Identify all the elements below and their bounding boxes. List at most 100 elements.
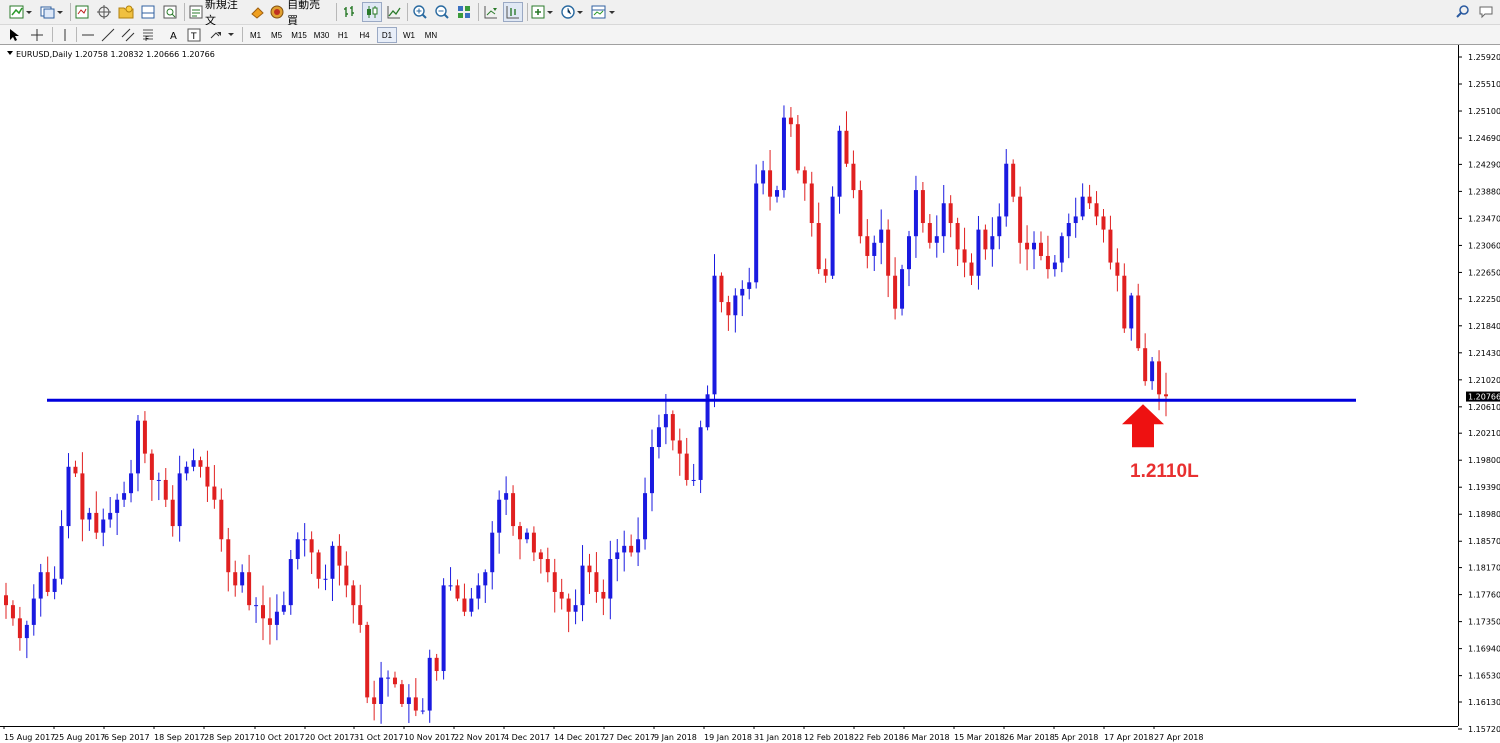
chat-button[interactable] [1478,5,1494,24]
candle-body [927,223,932,243]
candle-body [386,677,391,679]
market-watch-button[interactable] [72,2,92,22]
candle-body [712,275,717,395]
fibonacci-tool[interactable]: F [140,26,156,44]
candle-body [1059,236,1064,263]
terminal-button[interactable] [138,2,158,22]
candle-body [1045,255,1050,270]
candle-body [538,552,543,560]
candlestick-chart-button[interactable] [362,2,382,22]
date-tick-label: 27 Apr 2018 [1154,733,1203,742]
arrows-tool[interactable] [208,26,236,44]
candle-body [1080,196,1085,217]
candle-body [149,453,154,480]
text-label-tool[interactable]: T [186,26,202,44]
svg-text:F: F [145,35,149,42]
candle-body [545,559,550,573]
candle-body [566,598,571,612]
candle-body [4,595,8,606]
price-tick-label: 1.19800 [1468,456,1500,465]
timeframe-w1[interactable]: W1 [400,27,418,43]
navigator-button[interactable] [116,2,136,22]
chart-area[interactable]: 1.25920 1.25510 1.25100 1.24690 1.24290 1.238… [0,45,1500,743]
candle-body [990,236,995,250]
candle-body [261,605,266,619]
new-order-icon [189,5,203,19]
timeframe-m30[interactable]: M30 [311,27,332,43]
vertical-line-tool[interactable] [58,26,72,44]
chart-shift-button[interactable] [503,2,523,22]
price-tick-label: 1.16940 [1468,645,1500,654]
zoom-in-button[interactable] [410,2,430,22]
current-price-label: 1.20766 [1468,393,1500,402]
candle-body [886,229,891,276]
timeframe-d1[interactable]: D1 [377,27,397,43]
timeframe-m5[interactable]: M5 [267,27,286,43]
new-order-label: 新規注文 [204,0,238,27]
trendline-tool[interactable] [100,26,116,44]
strategy-tester-button[interactable] [160,2,180,22]
new-order-button[interactable]: 新規注文 [188,0,246,27]
data-window-button[interactable] [94,2,114,22]
timeframe-h4[interactable]: H4 [355,27,374,43]
vertical-line-icon [64,29,66,41]
line-chart-button[interactable] [384,2,404,22]
auto-trading-icon [251,5,284,19]
text-tool[interactable]: A [166,26,182,44]
profiles-button[interactable] [38,2,66,22]
chart-shift-icon [506,6,519,19]
candle-body [10,605,15,619]
candle-body [983,229,988,250]
zoom-out-button[interactable] [432,2,452,22]
timeframe-h1[interactable]: H1 [334,27,352,43]
candle-body [524,532,529,540]
crosshair-tool[interactable] [28,26,46,44]
candle-body [142,420,147,454]
candle-body [1136,295,1141,349]
horizontal-line-tool[interactable] [80,26,96,44]
candle-body [976,229,981,276]
candle-body [17,618,22,639]
new-chart-button[interactable] [6,2,36,22]
candle-body [601,591,606,599]
candle-body [1122,275,1127,329]
date-tick-label: 10 Nov 2017 [404,733,455,742]
candle-body [66,466,71,527]
auto-scroll-button[interactable] [481,2,501,22]
timeframe-m1[interactable]: M1 [246,27,265,43]
channel-tool[interactable] [120,26,136,44]
periods-button[interactable] [560,2,586,22]
candle-body [177,473,182,527]
bar-chart-button[interactable] [340,2,360,22]
candle-body [497,499,502,533]
auto-trading-button[interactable]: 自動売買 [250,0,330,27]
templates-button[interactable] [590,2,618,22]
price-tick-label: 1.19390 [1468,483,1500,492]
candle-body [997,216,1002,237]
auto-trading-label: 自動売買 [287,0,321,27]
candle-body [122,493,127,500]
candle-body [615,552,620,560]
drawing-toolbar: F A T M1 M5 M15 M30 H1 H4 D1 W1 MN [0,25,1500,45]
candle-body [1018,196,1023,243]
candle-body [413,697,418,711]
date-tick-label: 12 Feb 2018 [804,733,854,742]
tile-windows-button[interactable] [454,2,474,22]
price-tick-label: 1.25920 [1468,53,1500,62]
candle-body [802,170,807,184]
candle-body [73,466,78,474]
candle-body [129,473,134,494]
candle-body [344,565,349,586]
indicators-button[interactable] [530,2,556,22]
cursor-tool[interactable] [6,26,22,44]
timeframe-m15[interactable]: M15 [289,27,309,43]
candle-body [281,605,286,612]
candle-body [115,499,120,513]
date-tick-label: 6 Mar 2018 [904,733,950,742]
search-button[interactable] [1456,5,1470,24]
date-tick-label: 15 Mar 2018 [954,733,1005,742]
timeframe-mn[interactable]: MN [421,27,441,43]
candle-body [754,183,759,283]
price-tick-label: 1.21020 [1468,376,1500,385]
crosshair-move-icon [97,5,111,19]
